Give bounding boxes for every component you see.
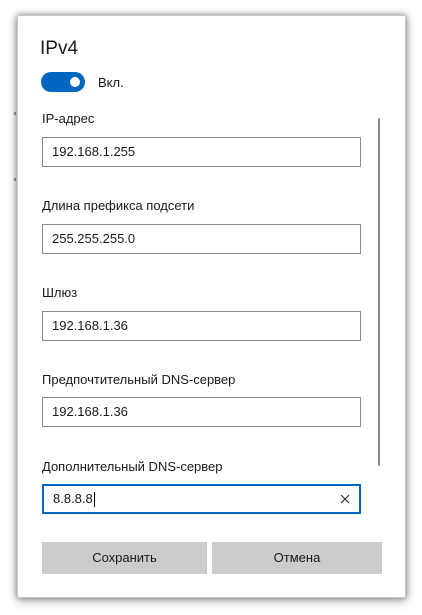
ip-address-field[interactable]: 192.168.1.255 [42, 137, 361, 167]
preferred-dns-field[interactable]: 192.168.1.36 [42, 397, 361, 427]
background-mark [14, 178, 16, 181]
gateway-field[interactable]: 192.168.1.36 [42, 311, 361, 341]
alternate-dns-value: 8.8.8.8 [53, 491, 93, 506]
subnet-prefix-field[interactable]: 255.255.255.0 [42, 224, 361, 254]
ipv4-toggle[interactable] [41, 72, 85, 92]
dialog-title: IPv4 [40, 38, 79, 59]
subnet-prefix-value: 255.255.255.0 [52, 231, 136, 246]
alternate-dns-label: Дополнительный DNS-сервер [42, 459, 223, 474]
preferred-dns-label: Предпочтительный DNS-сервер [42, 372, 236, 387]
scrollbar[interactable] [378, 118, 380, 466]
gateway-value: 192.168.1.36 [52, 318, 128, 333]
background-mark [14, 112, 16, 115]
close-icon[interactable] [338, 492, 352, 506]
ip-address-label: IP-адрес [42, 111, 95, 126]
alternate-dns-field[interactable]: 8.8.8.8 [42, 484, 361, 514]
cancel-button[interactable]: Отмена [212, 542, 382, 574]
toggle-label: Вкл. [98, 75, 124, 90]
text-caret [93, 492, 95, 508]
ipv4-settings-dialog: IPv4 Вкл. IP-адрес 192.168.1.255 Длина п… [17, 15, 406, 598]
subnet-prefix-label: Длина префикса подсети [42, 198, 195, 213]
save-button[interactable]: Сохранить [42, 542, 207, 574]
gateway-label: Шлюз [42, 285, 78, 300]
preferred-dns-value: 192.168.1.36 [52, 404, 128, 419]
toggle-knob [70, 77, 80, 87]
ip-address-value: 192.168.1.255 [52, 144, 136, 159]
